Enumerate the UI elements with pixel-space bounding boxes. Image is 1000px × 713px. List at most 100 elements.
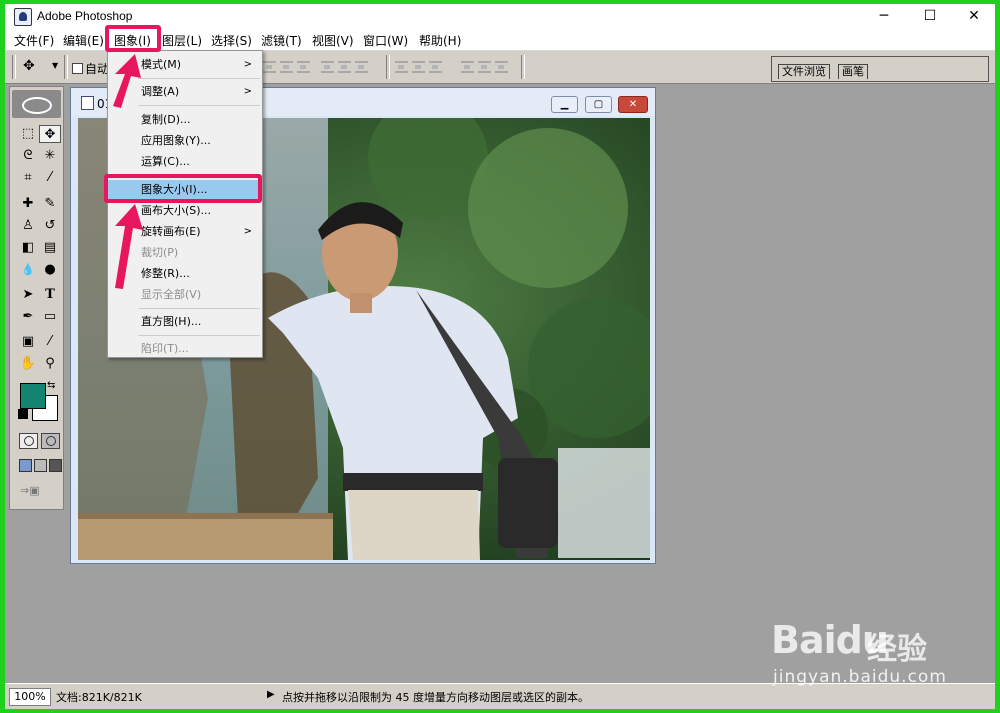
submenu-arrow-icon: >	[243, 59, 252, 70]
history-brush-tool-icon[interactable]: ↺	[39, 217, 61, 235]
watermark-brand2: 经验	[867, 632, 927, 667]
align-horizontal-buttons[interactable]	[321, 61, 372, 73]
menu-separator	[138, 105, 260, 106]
gradient-tool-icon[interactable]: ▤	[39, 239, 61, 257]
menu-item-label: 陷印(T)...	[141, 342, 189, 355]
menu-separator	[138, 308, 260, 309]
menu-item-histogram[interactable]: 直方图(H)...	[108, 312, 262, 332]
menu-separator	[138, 335, 260, 336]
align-middle-icon[interactable]	[280, 61, 293, 73]
annotation-box-image-menu	[105, 25, 161, 52]
options-grip	[12, 55, 16, 79]
menu-filter[interactable]: 滤镜(T)	[261, 32, 302, 49]
document-close-button[interactable]: ✕	[618, 96, 648, 113]
zoom-tool-icon[interactable]: ⚲	[39, 355, 61, 373]
move-tool-icon[interactable]: ✥	[39, 125, 61, 143]
hand-tool-icon[interactable]: ✋	[17, 355, 39, 373]
checkbox-icon[interactable]	[72, 63, 83, 74]
swap-colors-icon[interactable]: ⇆	[47, 380, 55, 391]
maximize-button[interactable]: ☐	[907, 4, 953, 28]
menu-item-label: 运算(C)...	[141, 155, 190, 168]
menu-edit[interactable]: 编辑(E)	[63, 32, 104, 49]
screen-frame: Adobe Photoshop ─ ☐ ✕ 文件(F) 编辑(E) 图象(I) …	[5, 4, 995, 709]
distribute-right-icon[interactable]	[495, 61, 508, 73]
annotation-arrow-up-icon	[113, 54, 141, 108]
align-buttons[interactable]	[263, 61, 314, 73]
distribute-left-icon[interactable]	[461, 61, 474, 73]
eyedropper-tool-icon[interactable]: ⁄	[39, 333, 61, 351]
adobe-eye-logo-icon	[22, 97, 52, 114]
notes-tool-icon[interactable]: ▣	[17, 333, 39, 351]
menu-item-label: 直方图(H)...	[141, 315, 202, 328]
menu-item-label: 旋转画布(E)	[141, 225, 201, 238]
clone-stamp-tool-icon[interactable]: ♙	[17, 217, 39, 235]
standard-mode-button[interactable]	[19, 433, 38, 449]
path-selection-tool-icon[interactable]: ➤	[17, 286, 39, 304]
brush-tool-icon[interactable]: ✎	[39, 195, 61, 213]
move-tool-preset-icon[interactable]: ✥	[23, 58, 35, 74]
preset-dropdown-icon[interactable]: ▼	[52, 61, 58, 70]
menu-select[interactable]: 选择(S)	[211, 32, 252, 49]
watermark-url: jingyan.baidu.com	[773, 667, 947, 687]
menu-help[interactable]: 帮助(H)	[419, 32, 461, 49]
menu-item-label: 复制(D)...	[141, 113, 191, 126]
minimize-button[interactable]: ─	[861, 4, 907, 28]
photoshop-app-icon	[14, 8, 32, 26]
pen-tool-icon[interactable]: ✒	[17, 308, 39, 326]
jump-to-imageready-button[interactable]: ⇒▣	[20, 484, 56, 500]
baidu-watermark: Baidu 经验 jingyan.baidu.com	[767, 604, 957, 687]
distribute-top-icon[interactable]	[395, 61, 408, 73]
menu-file[interactable]: 文件(F)	[14, 32, 54, 49]
status-hint-text: 点按并拖移以沿限制为 45 度增量方向移动图层或选区的副本。	[282, 691, 589, 704]
menu-window[interactable]: 窗口(W)	[363, 32, 408, 49]
menu-item-calculations[interactable]: 运算(C)...	[108, 152, 262, 172]
blur-tool-icon[interactable]: 💧	[17, 261, 39, 279]
distribute-vertical-buttons[interactable]	[395, 61, 446, 73]
slice-tool-icon[interactable]: ⁄	[39, 169, 61, 187]
document-minimize-button[interactable]: ▁	[551, 96, 578, 113]
standard-screen-mode-button[interactable]	[19, 459, 32, 472]
align-top-icon[interactable]	[263, 61, 276, 73]
marquee-tool-icon[interactable]: ⬚	[17, 125, 39, 143]
toolbox: ⬚ ✥ ᘓ ✳ ⌗ ⁄ ✚ ✎ ♙ ↺ ◧ ▤ 💧 ● ➤ T ✒ ▭ ▣ ⁄ …	[9, 86, 64, 510]
full-screen-menu-mode-button[interactable]	[34, 459, 47, 472]
tab-file-browser[interactable]: 文件浏览	[778, 64, 830, 79]
document-icon	[81, 96, 94, 110]
menu-item-apply-image[interactable]: 应用图象(Y)...	[108, 131, 262, 151]
quick-mask-mode-button[interactable]	[41, 433, 60, 449]
distribute-bottom-icon[interactable]	[429, 61, 442, 73]
auto-select-checkbox[interactable]: 自动	[72, 60, 109, 77]
foreground-color-swatch[interactable]	[20, 383, 46, 409]
default-colors-icon[interactable]	[18, 409, 28, 419]
full-screen-mode-button[interactable]	[49, 459, 62, 472]
palette-well: 文件浏览 画笔	[771, 56, 989, 82]
menu-layer[interactable]: 图层(L)	[162, 32, 202, 49]
menu-view[interactable]: 视图(V)	[312, 32, 354, 49]
crop-tool-icon[interactable]: ⌗	[17, 169, 39, 187]
magic-wand-tool-icon[interactable]: ✳	[39, 147, 61, 165]
distribute-horizontal-buttons[interactable]	[461, 61, 512, 73]
align-left-icon[interactable]	[321, 61, 334, 73]
document-size-info[interactable]: 文档:821K/821K	[56, 689, 142, 705]
menu-item-label: 画布大小(S)...	[141, 204, 212, 217]
document-maximize-button[interactable]: ▢	[585, 96, 612, 113]
align-bottom-icon[interactable]	[297, 61, 310, 73]
dodge-tool-icon[interactable]: ●	[39, 261, 61, 279]
distribute-center-icon[interactable]	[478, 61, 491, 73]
shape-tool-icon[interactable]: ▭	[39, 308, 61, 326]
tab-brushes[interactable]: 画笔	[838, 64, 868, 79]
close-button[interactable]: ✕	[951, 4, 995, 28]
zoom-level-field[interactable]: 100%	[9, 688, 51, 706]
distribute-middle-icon[interactable]	[412, 61, 425, 73]
type-tool-icon[interactable]: T	[39, 286, 61, 304]
healing-brush-tool-icon[interactable]: ✚	[17, 195, 39, 213]
toolbox-header[interactable]	[12, 90, 61, 118]
eraser-tool-icon[interactable]: ◧	[17, 239, 39, 257]
menu-separator	[138, 78, 260, 79]
status-play-icon: ▶	[267, 689, 275, 700]
align-right-icon[interactable]	[355, 61, 368, 73]
lasso-tool-icon[interactable]: ᘓ	[17, 147, 39, 165]
options-separator	[386, 55, 390, 79]
menu-item-duplicate[interactable]: 复制(D)...	[108, 110, 262, 130]
align-center-icon[interactable]	[338, 61, 351, 73]
